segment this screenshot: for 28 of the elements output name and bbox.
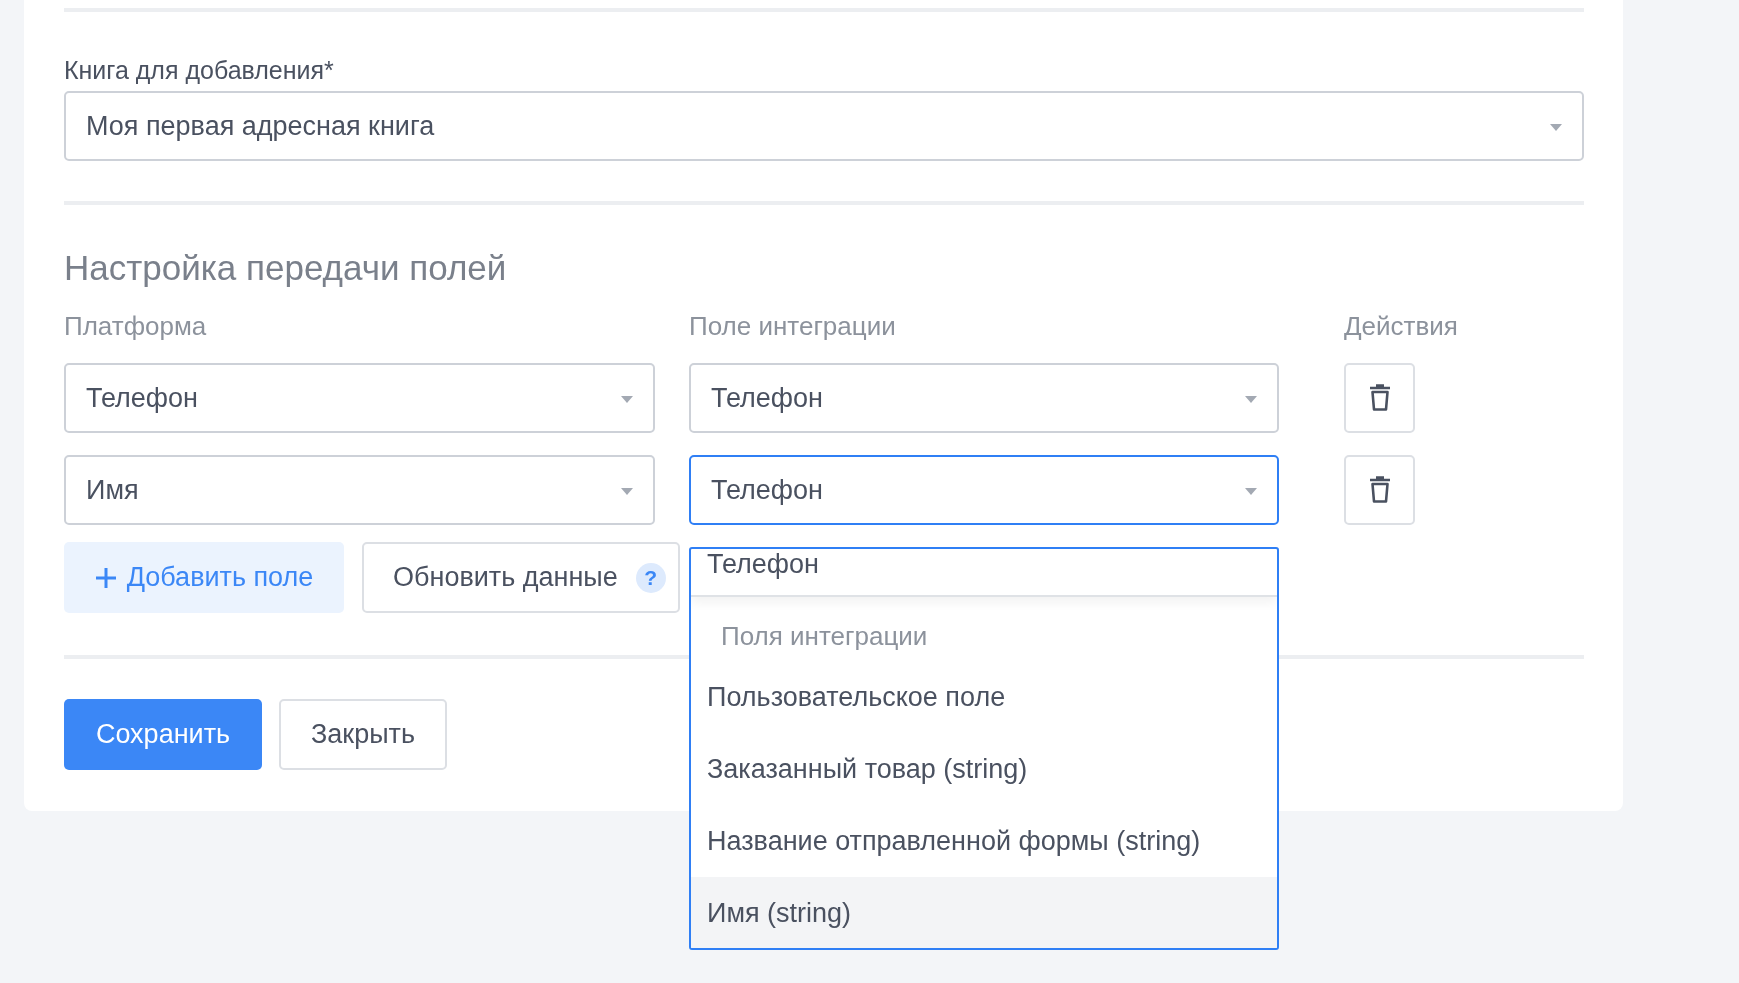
section-title: Настройка передачи полей [64,248,508,288]
dropdown-option[interactable]: Название отправленной формы (string) [691,805,1277,877]
dropdown-option[interactable]: Имя (string) [691,877,1277,948]
integration-select[interactable]: Телефон [689,455,1279,525]
platform-select[interactable]: Телефон [64,363,655,433]
caret-icon [1550,124,1562,132]
save-button[interactable]: Сохранить [64,699,262,770]
platform-select[interactable]: Имя [64,455,655,525]
button-label: Обновить данные [393,562,618,593]
column-header: Действия [1343,311,1458,341]
close-button[interactable]: Закрыть [279,699,447,770]
dropdown-option[interactable]: Заказанный товар (string) [691,733,1277,805]
delete-button[interactable] [1344,455,1415,525]
column-header: Поле интеграции [689,311,897,341]
book-select[interactable]: Моя первая адресная книга [64,91,1584,161]
option-group-label: Поля интеграции [720,620,929,653]
dropdown-option[interactable]: Телефон [691,549,1277,597]
column-header: Платформа [64,311,208,341]
dropdown-option[interactable]: Пользовательское поле [691,661,1277,733]
caret-icon [621,488,633,496]
plus-icon [94,566,117,589]
caret-icon [1245,488,1257,496]
caret-icon [1245,396,1257,404]
delete-button[interactable] [1344,363,1415,433]
refresh-button[interactable]: Обновить данные ? [362,542,680,613]
caret-icon [621,396,633,404]
field-label: Книга для добавления* [64,56,335,84]
integration-select[interactable]: Телефон [689,363,1279,433]
